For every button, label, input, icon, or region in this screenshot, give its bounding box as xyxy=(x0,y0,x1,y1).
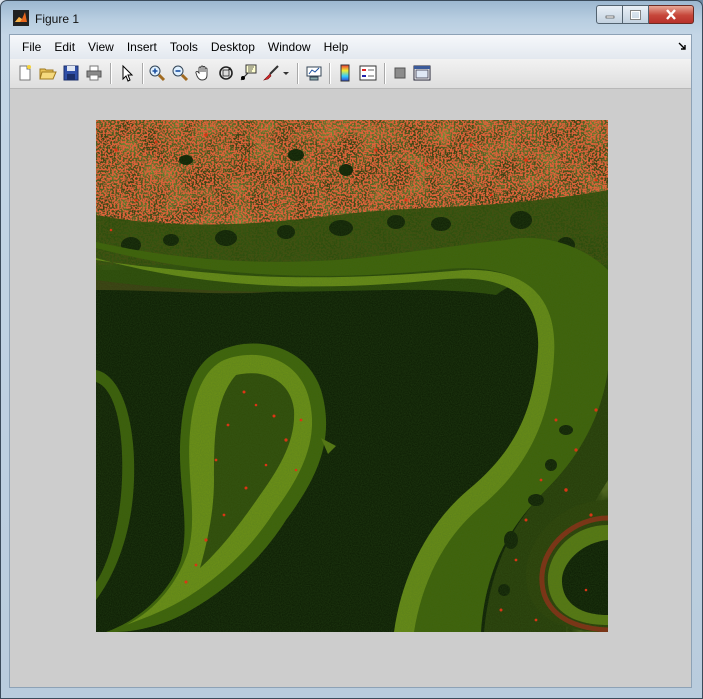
window-title: Figure 1 xyxy=(35,12,80,26)
figure-window: Figure 1 File Edit View Insert Tools Des… xyxy=(0,0,703,699)
new-figure-icon[interactable] xyxy=(16,64,34,82)
menu-insert[interactable]: Insert xyxy=(121,35,163,59)
zoom-in-icon[interactable] xyxy=(148,64,166,82)
close-icon xyxy=(666,9,676,20)
menu-desktop[interactable]: Desktop xyxy=(205,35,261,59)
insert-colorbar-icon[interactable] xyxy=(336,64,354,82)
insert-legend-icon[interactable] xyxy=(359,64,377,82)
figure-toolbar xyxy=(10,59,691,89)
edit-plot-icon[interactable] xyxy=(118,64,136,82)
microscopy-image[interactable] xyxy=(96,120,608,632)
menu-view[interactable]: View xyxy=(82,35,120,59)
minimize-icon xyxy=(605,15,614,18)
figure-canvas xyxy=(10,89,691,687)
print-figure-icon[interactable] xyxy=(85,64,103,82)
menu-window[interactable]: Window xyxy=(262,35,317,59)
toolbar-separator xyxy=(329,63,331,84)
matlab-logo-icon xyxy=(13,10,29,26)
link-plot-icon[interactable] xyxy=(305,64,323,82)
rotate-3d-icon[interactable] xyxy=(217,64,235,82)
zoom-out-icon[interactable] xyxy=(171,64,189,82)
toolbar-separator xyxy=(142,63,144,84)
title-bar[interactable]: Figure 1 xyxy=(1,1,702,35)
maximize-button[interactable] xyxy=(623,5,649,24)
close-button[interactable] xyxy=(649,5,694,24)
hide-plot-tools-icon[interactable] xyxy=(391,64,409,82)
show-plot-tools-icon[interactable] xyxy=(413,64,431,82)
dock-arrow-icon[interactable] xyxy=(677,41,687,51)
menu-tools[interactable]: Tools xyxy=(164,35,204,59)
menu-bar: File Edit View Insert Tools Desktop Wind… xyxy=(10,35,691,59)
menu-help[interactable]: Help xyxy=(318,35,355,59)
pan-icon[interactable] xyxy=(194,64,212,82)
toolbar-separator xyxy=(384,63,386,84)
brush-dropdown-icon[interactable] xyxy=(282,64,290,82)
menu-edit[interactable]: Edit xyxy=(48,35,81,59)
confocal-microscopy-tissue-image xyxy=(96,120,608,632)
minimize-button[interactable] xyxy=(596,5,623,24)
brush-icon[interactable] xyxy=(262,64,280,82)
toolbar-separator xyxy=(297,63,299,84)
toolbar-separator xyxy=(110,63,112,84)
data-cursor-icon[interactable] xyxy=(239,64,257,82)
menu-file[interactable]: File xyxy=(16,35,47,59)
figure-client-area: File Edit View Insert Tools Desktop Wind… xyxy=(9,34,692,688)
window-controls xyxy=(596,5,694,25)
save-figure-icon[interactable] xyxy=(62,64,80,82)
maximize-icon xyxy=(630,9,641,20)
open-file-icon[interactable] xyxy=(39,64,57,82)
